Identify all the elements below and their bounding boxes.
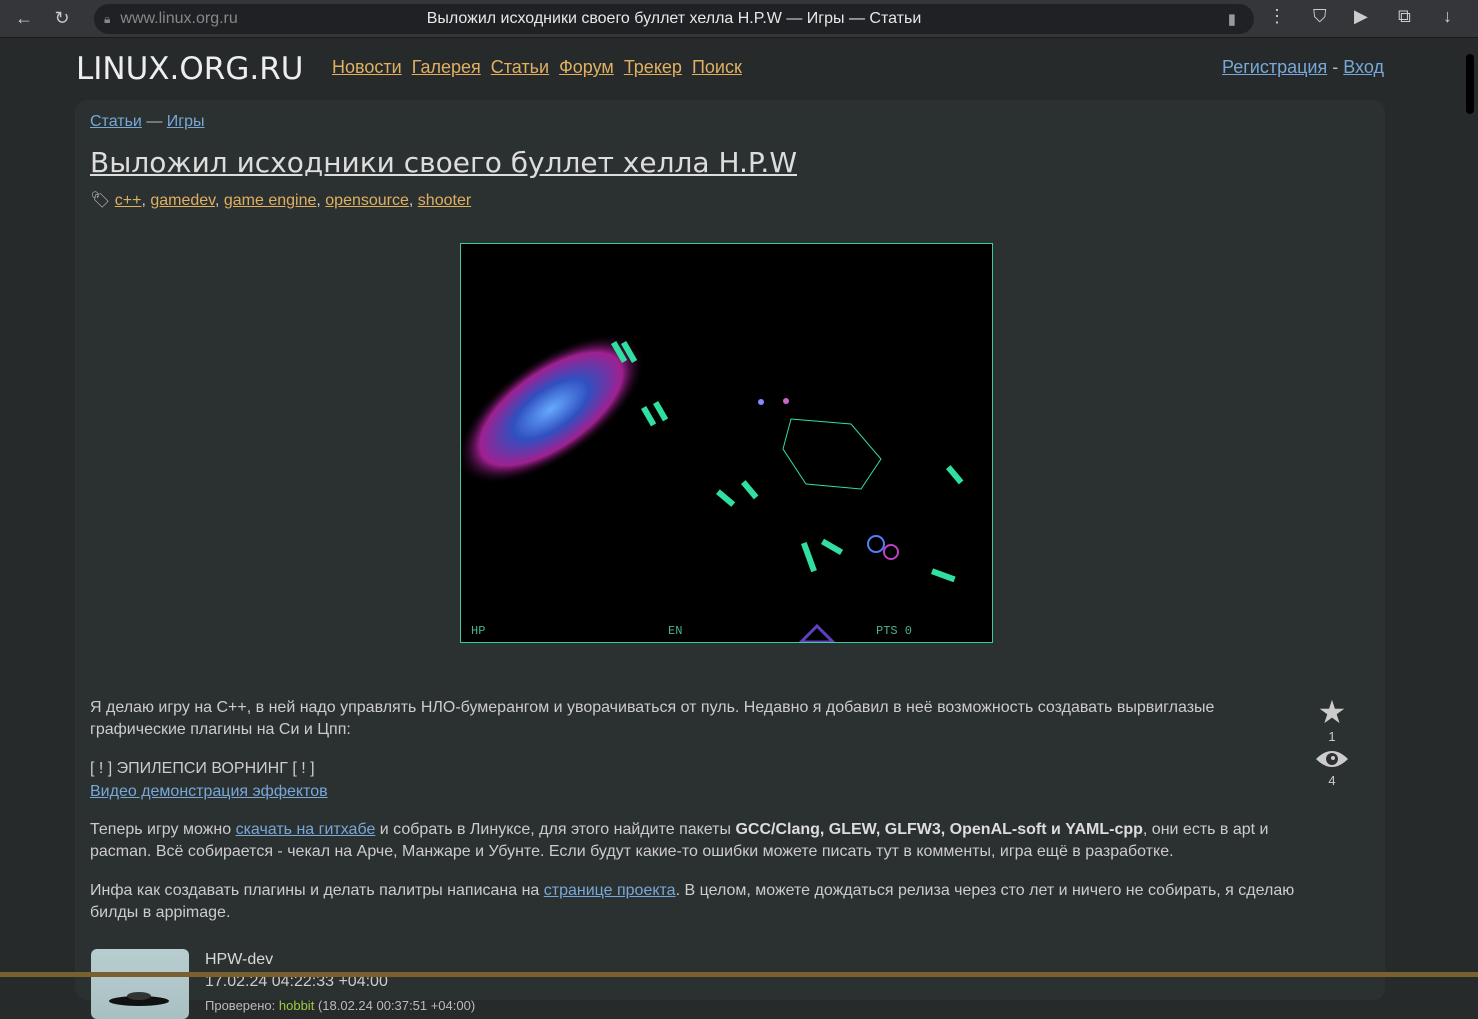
window-border [0,972,1478,977]
breadcrumb-separator: — [146,113,163,130]
tag[interactable]: game engine [224,192,317,209]
page: LINUX.ORG.RU Новости Галерея Статьи Фору… [0,39,1462,1019]
video-link[interactable]: Видео демонстрация эффектов [90,783,328,800]
breadcrumb-games[interactable]: Игры [167,113,205,130]
url-host: www.linux.org.ru [120,10,238,27]
tag[interactable]: c++ [115,192,142,209]
media-icon[interactable]: ▶ [1354,6,1368,27]
address-bar[interactable]: 🔒︎ www.linux.org.ru Выложил исходники св… [94,4,1254,34]
favorite-button[interactable]: ★ 1 [1312,695,1352,744]
nav-news[interactable]: Новости [332,57,402,77]
game-screenshot[interactable]: HP EN PTS 0 [460,243,993,643]
back-button[interactable]: ← [10,5,38,33]
ufo-image [109,992,169,1006]
favorites-count: 1 [1328,729,1336,744]
nav-search[interactable]: Поиск [692,57,742,77]
game-scene [461,333,964,642]
hud-en: EN [668,624,683,638]
bookmark-icon[interactable]: ▮ [1228,10,1236,28]
tag-list: 🏷︎ c++, gamedev, game engine, opensource… [90,192,472,209]
login-link[interactable]: Вход [1343,57,1384,77]
watchers-count: 4 [1328,773,1336,788]
menu-icon[interactable]: ⋮ [1268,6,1286,27]
nav-gallery[interactable]: Галерея [412,57,481,77]
bullets [611,340,964,583]
download-icon[interactable]: ↓ [1443,6,1452,27]
article-title[interactable]: Выложил исходники своего буллет хелла H.… [90,146,797,179]
lock-icon: 🔒︎ [104,11,111,26]
paragraph: Теперь игру можно скачать на гитхабе и с… [90,821,1269,860]
breadcrumb: Статьи — Игры [90,113,205,131]
hud-hp: HP [471,624,486,638]
tab-title: Выложил исходники своего буллет хелла H.… [426,10,922,27]
tag[interactable]: opensource [325,192,409,209]
separator: - [1332,57,1339,77]
register-link[interactable]: Регистрация [1222,57,1327,77]
auth-links: Регистрация - Вход [1222,57,1384,78]
nav-forum[interactable]: Форум [559,57,614,77]
scrollbar[interactable] [1462,39,1478,977]
shield-icon[interactable]: ⛉ [1313,6,1327,27]
tag[interactable]: gamedev [150,192,215,209]
paragraph: Я делаю игру на C++, в ней надо управлят… [90,699,1215,738]
nav-tracker[interactable]: Трекер [624,57,682,77]
extensions-icon[interactable]: ⧉ [1398,6,1411,27]
warning-text: [ ! ] ЭПИЛЕПСИ ВОРНИНГ [ ! ] [90,760,315,777]
verified-info: Проверено: hobbit (18.02.24 00:37:51 +04… [205,998,476,1013]
author-link[interactable]: HPW-dev [205,951,273,969]
breadcrumb-articles[interactable]: Статьи [90,113,142,130]
reload-button[interactable]: ↻ [48,5,76,33]
github-link[interactable]: скачать на гитхабе [236,821,376,838]
tag-icon: 🏷︎ [90,192,111,209]
player-ship [798,623,836,642]
hud-pts: PTS 0 [876,624,913,638]
nav-articles[interactable]: Статьи [491,57,549,77]
article: Статьи — Игры Выложил исходники своего б… [75,100,1385,1019]
scrollbar-thumb[interactable] [1466,54,1474,114]
eye-icon [1316,751,1348,767]
watch-button[interactable]: 4 [1312,748,1352,788]
tag[interactable]: shooter [418,192,471,209]
star-icon: ★ [1317,694,1347,730]
project-page-link[interactable]: странице проекта [544,882,676,899]
paragraph: Инфа как создавать плагины и делать пали… [90,882,1295,921]
avatar[interactable] [91,949,189,1019]
site-logo[interactable]: LINUX.ORG.RU [76,51,303,87]
main-nav: Новости Галерея Статьи Форум Трекер Поис… [332,57,747,78]
galaxy [461,333,646,485]
enemy-cluster [782,418,882,490]
verifier-link[interactable]: hobbit [279,998,314,1013]
